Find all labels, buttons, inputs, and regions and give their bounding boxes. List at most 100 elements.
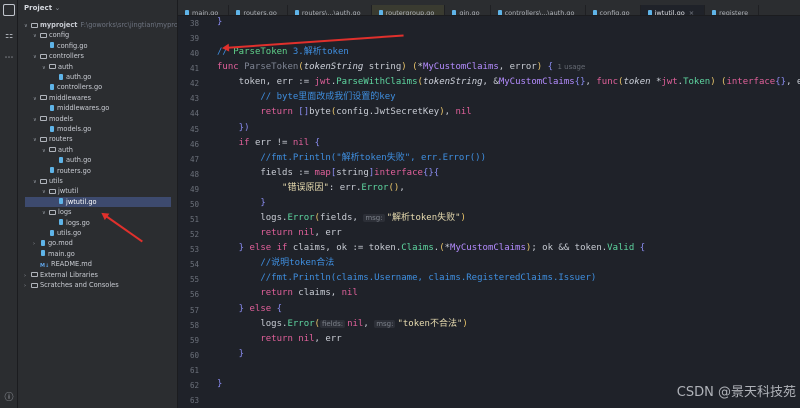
tab-routergroup-go[interactable]: routergroup.go [371, 5, 446, 15]
code-token: Error [287, 318, 315, 329]
code-token: } [217, 348, 245, 359]
code-line: func ParseToken(tokenString string) (*My… [217, 60, 585, 75]
tree-item-auth-go[interactable]: auth.go [18, 72, 177, 82]
code-token: interface [726, 77, 776, 88]
tree-item-auth-go[interactable]: auth.go [18, 155, 177, 165]
code-line: } else if claims, ok := token.Claims.(*M… [217, 241, 645, 256]
library-icon [31, 272, 38, 278]
code-token: , [585, 77, 597, 88]
markdown-file-icon: M↓ [40, 262, 50, 269]
code-token: //fmt.Println(claims.Username, claims.Re… [217, 273, 597, 284]
tab-registere[interactable]: registere [705, 5, 760, 15]
tree-item-controllers[interactable]: ∨ controllers [18, 51, 177, 61]
tree-item-utils[interactable]: ∨ utils [18, 176, 177, 186]
code-token: string [368, 62, 402, 73]
code-token: , & [482, 77, 499, 88]
code-token: nil [455, 107, 472, 118]
tree-root[interactable]: ∨ myproject F:\goworks\src\jingtian\myproj [18, 20, 177, 30]
line-number: 55 [190, 275, 200, 285]
code-token: Claims [401, 243, 434, 254]
tree-item-utils-go[interactable]: utils.go [18, 228, 177, 238]
folder-icon [49, 188, 56, 194]
code-token: return [217, 107, 299, 118]
tree-item-models-go[interactable]: models.go [18, 124, 177, 134]
tab-label: gin.go [459, 9, 480, 16]
tree-item-middlewares[interactable]: ∨ middlewares [18, 93, 177, 103]
code-token: [] [298, 107, 310, 118]
line-number: 46 [190, 139, 200, 149]
chevron-right-icon: › [24, 283, 26, 289]
tree-item-scratches-and-consoles[interactable]: › Scratches and Consoles [18, 280, 177, 290]
more-icon[interactable]: ⋯ [3, 52, 15, 64]
code-line: token, err := jwt.ParseWithClaims(tokenS… [217, 75, 800, 90]
tree-item-routers[interactable]: ∨ routers [18, 134, 177, 144]
tree-item-main-go[interactable]: main.go [18, 249, 177, 259]
tree-item-auth[interactable]: ∨ auth [18, 62, 177, 72]
tree-item-controllers-go[interactable]: controllers.go [18, 82, 177, 92]
code-token: , erro [786, 77, 800, 88]
code-token: MyCustomClaims [450, 243, 526, 254]
tree-item-label: controllers.go [57, 83, 103, 92]
parameter-hint: msg: [374, 319, 396, 328]
line-number: 53 [190, 245, 200, 255]
tree-item-external-libraries[interactable]: › External Libraries [18, 270, 177, 280]
tree-item-label: middlewares.go [57, 104, 110, 113]
tree-item-jwtutil[interactable]: ∨ jwtutil [18, 186, 177, 196]
tree-item-go-mod[interactable]: › go.mod [18, 238, 177, 248]
tree-item-logs-go[interactable]: logs.go [18, 218, 177, 228]
tree-item-readme-md[interactable]: M↓ README.md [18, 259, 177, 269]
tree-item-label: routers.go [57, 166, 91, 175]
tree-item-jwtutil-go[interactable]: jwtutil.go [25, 196, 171, 208]
project-folder-icon[interactable] [3, 4, 15, 16]
tab-gin-go[interactable]: gin.go [445, 5, 491, 16]
project-panel-title[interactable]: Project ⌄ [18, 0, 177, 17]
close-icon[interactable]: × [689, 9, 694, 15]
tree-item-label: jwtutil.go [66, 197, 97, 206]
code-token: func [596, 77, 619, 88]
info-icon[interactable]: ⓘ [3, 392, 15, 404]
code-token: {}{ [422, 167, 440, 178]
code-token: { [314, 137, 320, 148]
tree-item-middlewares-go[interactable]: middlewares.go [18, 103, 177, 113]
tree-item-models[interactable]: ∨ models [18, 114, 177, 124]
tree-item-config[interactable]: ∨ config [18, 30, 177, 40]
tab-routers-auth-go[interactable]: routers\...\auth.go [288, 5, 372, 15]
code-token: } [217, 303, 250, 314]
code-token: nil [292, 137, 315, 148]
tree-item-config-go[interactable]: config.go [18, 41, 177, 51]
code-token: , err [314, 333, 342, 344]
go-file-icon [50, 125, 54, 132]
line-number: 52 [190, 230, 200, 240]
code-token: ) [462, 318, 468, 329]
code-token: return [217, 228, 299, 239]
tree-item-label: auth.go [66, 156, 92, 165]
tab-routers-go[interactable]: routers.go [229, 5, 288, 15]
line-number: 49 [190, 184, 200, 194]
tree-item-label: go.mod [48, 239, 73, 248]
code-token: nil [298, 333, 315, 344]
tree-item-routers-go[interactable]: routers.go [18, 166, 177, 176]
line-number: 44 [190, 109, 200, 119]
tab-label: controllers\...\auth.go [504, 9, 575, 16]
tree-item-auth[interactable]: ∨ auth [18, 145, 177, 155]
line-number: 57 [190, 305, 200, 315]
code-token: return [217, 333, 299, 344]
tab-jwtutil-go[interactable]: jwtutil.go × [640, 5, 706, 15]
tab-config-go[interactable]: config.go [586, 5, 641, 15]
line-number: 63 [190, 396, 200, 405]
tree-item-label: utils [49, 177, 63, 185]
code-token: //fmt.Println("解析token失败", err.Error()) [217, 152, 486, 163]
code-token: nil [298, 228, 315, 239]
folder-icon [49, 209, 56, 215]
tab-controllers-auth-go[interactable]: controllers\...\auth.go [491, 5, 586, 16]
code-token: claims, ok := token. [292, 243, 402, 254]
code-token: MyCustomClaims [422, 62, 499, 73]
line-number: 39 [190, 34, 200, 44]
line-number: 56 [190, 290, 200, 300]
usage-hint: 1 usage [553, 63, 586, 72]
code-token: logs. [217, 318, 288, 329]
editor-tabs: main.go routers.go routers\...\auth.go rout… [178, 0, 800, 16]
code-editor[interactable]: }// ParseToken 3.解析token func ParseToken(… [217, 16, 800, 408]
structure-icon[interactable]: ⚏ [3, 30, 15, 42]
line-number: 62 [190, 380, 200, 390]
